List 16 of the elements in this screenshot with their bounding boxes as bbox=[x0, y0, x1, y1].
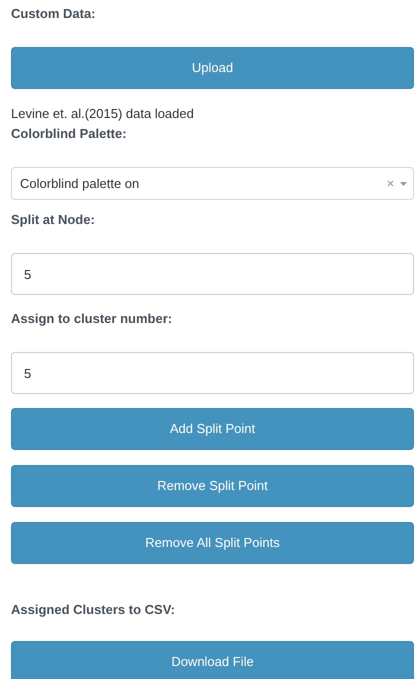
clear-icon[interactable] bbox=[387, 180, 394, 187]
action-button[interactable]: Add Split Point bbox=[11, 408, 414, 450]
field-label: Custom Data: bbox=[11, 5, 97, 23]
number-field[interactable]: 5 bbox=[11, 253, 414, 295]
caret-icon[interactable] bbox=[400, 182, 407, 186]
status-text: Levine et. al.(2015) data loaded bbox=[11, 105, 195, 123]
field-label: Split at Node: bbox=[11, 211, 96, 229]
action-button[interactable]: Remove Split Point bbox=[11, 465, 414, 507]
action-button[interactable]: Upload bbox=[11, 47, 414, 89]
palette-select[interactable]: Colorblind palette on bbox=[11, 167, 414, 200]
number-field[interactable]: 5 bbox=[11, 352, 414, 394]
field-label: Colorblind Palette: bbox=[11, 125, 128, 143]
field-label: Assign to cluster number: bbox=[11, 310, 174, 328]
field-label: Assigned Clusters to CSV: bbox=[11, 601, 176, 619]
action-button[interactable]: Remove All Split Points bbox=[11, 522, 414, 564]
action-button[interactable]: Download File bbox=[11, 641, 414, 679]
